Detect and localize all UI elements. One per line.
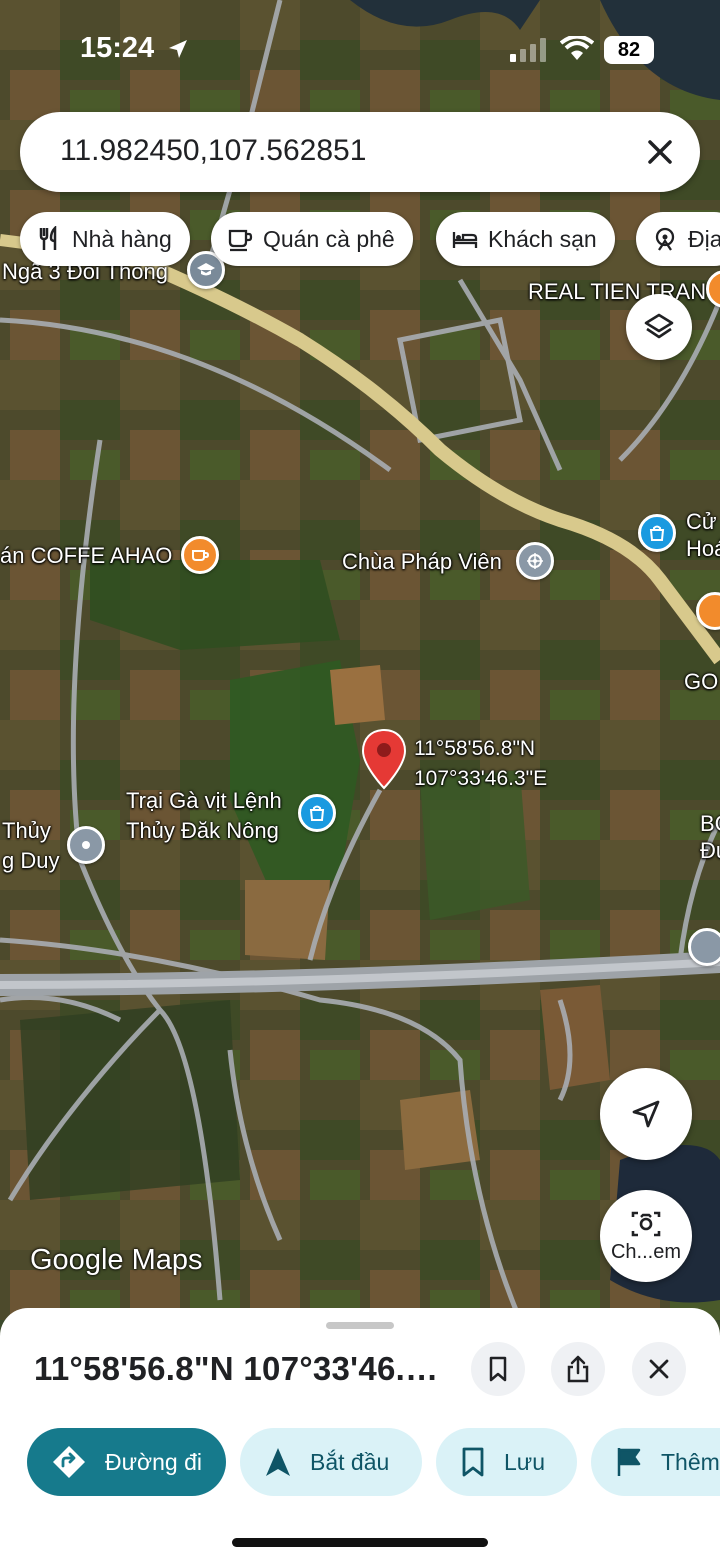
map-label-bc: BCĐu (700, 811, 720, 863)
cafe-poi-icon[interactable] (181, 536, 219, 574)
close-sheet-button[interactable] (632, 1342, 686, 1396)
chip-hotels[interactable]: Khách sạn (436, 212, 615, 266)
layers-button[interactable] (626, 294, 692, 360)
chip-restaurants[interactable]: Nhà hàng (20, 212, 190, 266)
home-indicator[interactable] (232, 1538, 488, 1547)
directions-icon (53, 1446, 85, 1478)
map-label-trai-ga-vit: Trại Gà vịt Lệnh Thủy Đăk Nông (126, 788, 282, 843)
place-poi-icon[interactable] (67, 826, 105, 864)
chip-label: Địa (688, 225, 720, 252)
wifi-icon (560, 36, 594, 60)
status-bar: 15:24 82 (0, 28, 720, 72)
place-bottom-sheet[interactable]: 11°58'56.8"N 107°33'46.3"E Đường đi Bắt … (0, 1308, 720, 1560)
category-chips: Nhà hàng Quán cà phê Khách sạn Địa (0, 212, 720, 268)
location-services-icon (169, 40, 187, 58)
battery-indicator: 82 (604, 36, 654, 64)
chip-label: Nhà hàng (72, 225, 172, 252)
navigation-arrow-icon (632, 1100, 660, 1128)
search-bar[interactable]: 11.982450,107.562851 (20, 112, 700, 192)
chip-cafes[interactable]: Quán cà phê (211, 212, 413, 266)
fork-knife-icon (39, 226, 57, 250)
my-location-button[interactable] (600, 1068, 692, 1160)
map-label-go: GO (684, 669, 719, 694)
place-poi-icon[interactable] (688, 928, 720, 966)
bed-icon (452, 232, 478, 248)
start-button[interactable]: Bắt đầu (240, 1428, 422, 1496)
lens-button-label: Ch...em (610, 1240, 682, 1263)
coffee-cup-icon (228, 229, 253, 252)
action-buttons: Đường đi Bắt đầu Lưu Thêm (0, 1428, 720, 1498)
map-label-coffe-ahao: án COFFE AHAO (0, 543, 173, 568)
directions-button[interactable]: Đường đi (27, 1428, 226, 1496)
close-icon (649, 1359, 669, 1379)
camera-lens-icon (631, 1211, 661, 1236)
lens-button[interactable]: Ch...em (600, 1190, 692, 1282)
chip-attractions[interactable]: Địa (636, 212, 720, 266)
shop-poi-icon[interactable] (638, 514, 676, 552)
chip-label: Quán cà phê (263, 225, 395, 252)
google-maps-logo: Google Maps (30, 1244, 203, 1276)
temple-poi-icon[interactable] (516, 542, 554, 580)
layers-icon (644, 313, 674, 339)
chip-label: Khách sạn (488, 225, 597, 252)
flag-icon (617, 1448, 641, 1476)
directions-label: Đường đi (105, 1448, 202, 1475)
add-label-button[interactable]: Thêm (591, 1428, 720, 1496)
save-label: Lưu (504, 1448, 545, 1475)
navigation-arrow-icon (266, 1448, 290, 1476)
pin-coordinates-label: 11°58'56.8"N 107°33'46.3"E (414, 737, 548, 790)
bookmark-icon (489, 1356, 507, 1382)
map-label-thuy-duy: Thủy g Duy (2, 818, 60, 873)
add-label-text: Thêm (661, 1448, 720, 1475)
status-time: 15:24 (80, 32, 155, 64)
clear-search-icon[interactable] (646, 138, 674, 166)
drag-handle[interactable] (326, 1322, 394, 1329)
save-icon-button[interactable] (471, 1342, 525, 1396)
bookmark-icon (462, 1447, 484, 1477)
attraction-icon (655, 227, 675, 251)
shop-poi-icon[interactable] (298, 794, 336, 832)
place-title: 11°58'56.8"N 107°33'46.3"E (34, 1350, 454, 1387)
save-button[interactable]: Lưu (436, 1428, 577, 1496)
share-button[interactable] (551, 1342, 605, 1396)
map-label-cua: CửHoá (686, 509, 720, 561)
start-label: Bắt đầu (310, 1448, 390, 1475)
share-icon (567, 1355, 589, 1383)
cellular-signal-icon (510, 38, 546, 62)
location-pin-icon[interactable] (360, 728, 408, 792)
search-query[interactable]: 11.982450,107.562851 (60, 134, 366, 168)
map-label-chua-phap-vien: Chùa Pháp Viên (342, 549, 502, 574)
